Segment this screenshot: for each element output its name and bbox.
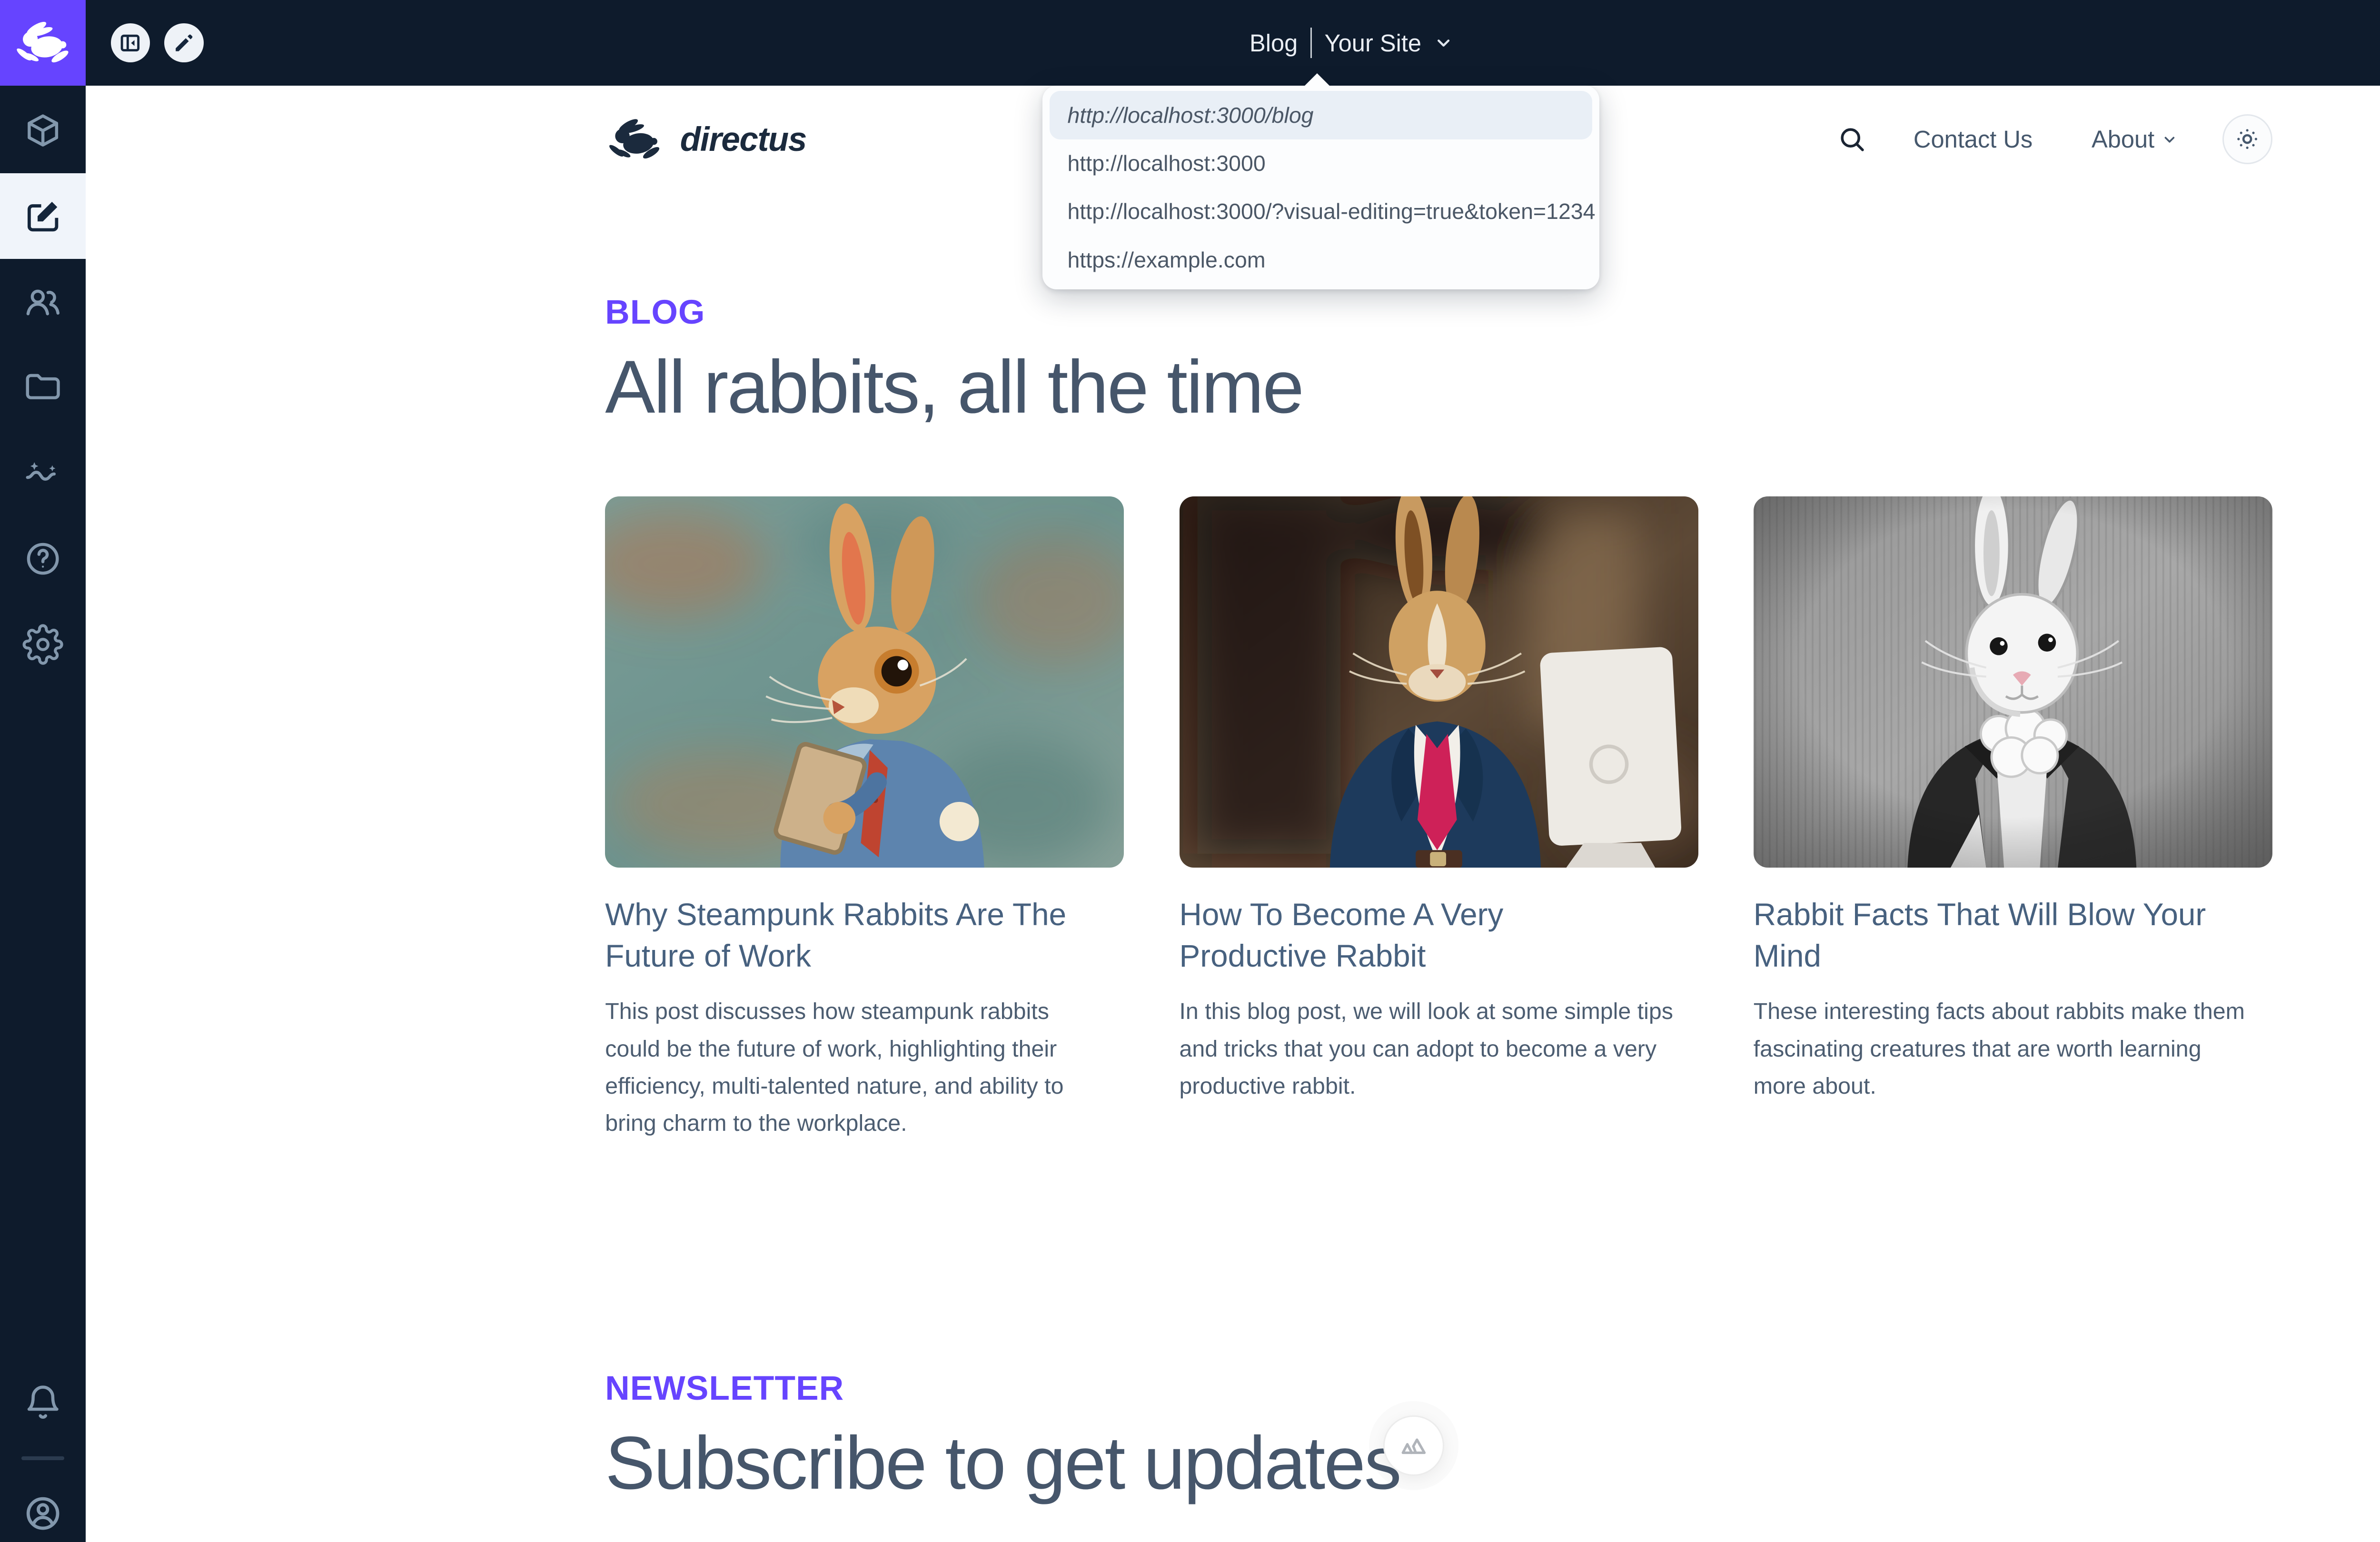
module-settings[interactable] xyxy=(0,602,86,687)
post-image-productive-rabbit xyxy=(1180,496,1698,868)
pencil-icon xyxy=(172,31,196,55)
blog-section: BLOG All rabbits, all the time xyxy=(605,293,2272,1142)
url-option[interactable]: https://example.com xyxy=(1050,236,1592,284)
module-files[interactable] xyxy=(0,345,86,430)
module-content[interactable] xyxy=(0,88,86,173)
title-separator xyxy=(1310,28,1312,58)
post-title[interactable]: Why Steampunk Rabbits Are The Future of … xyxy=(605,894,1082,977)
post-image-steampunk-rabbit xyxy=(605,496,1124,868)
gear-icon xyxy=(22,624,63,665)
nuxt-mountains-icon xyxy=(1398,1431,1429,1461)
page-label: Blog xyxy=(1250,29,1298,57)
page-site-selector[interactable]: Blog Your Site xyxy=(1250,0,1454,86)
blog-heading: All rabbits, all the time xyxy=(605,344,2272,430)
post-image-victorian-rabbit xyxy=(1754,496,2272,868)
module-bar-bottom xyxy=(0,1360,86,1542)
module-insights[interactable] xyxy=(0,430,86,516)
nav-link-about[interactable]: About xyxy=(2092,125,2178,153)
sun-icon xyxy=(2234,126,2261,152)
url-dropdown-menu: http://localhost:3000/blog http://localh… xyxy=(1042,86,1599,289)
post-description: These interesting facts about rabbits ma… xyxy=(1754,993,2257,1105)
account-button[interactable] xyxy=(0,1471,86,1542)
edit-pencil-square-icon xyxy=(22,196,63,237)
newsletter-eyebrow: NEWSLETTER xyxy=(605,1369,2272,1408)
panel-collapse-icon xyxy=(119,31,142,55)
bell-icon xyxy=(23,1383,63,1423)
notifications-button[interactable] xyxy=(0,1360,86,1446)
module-visual-editor[interactable] xyxy=(0,173,86,259)
site-nav: Contact Us About xyxy=(1837,114,2272,164)
site-preview-frame: directus Contact Us About xyxy=(86,86,2380,1542)
post-cards: Why Steampunk Rabbits Are The Future of … xyxy=(605,496,2272,1142)
search-icon[interactable] xyxy=(1837,124,1867,155)
post-title[interactable]: Rabbit Facts That Will Blow Your Mind xyxy=(1754,894,2231,977)
module-bar xyxy=(0,0,86,1542)
topbar: Blog Your Site 1860 × 1020 100% xyxy=(86,0,2380,86)
post-card[interactable]: Rabbit Facts That Will Blow Your Mind Th… xyxy=(1754,496,2272,1142)
dropdown-caret xyxy=(1305,73,1329,86)
chevron-down-icon xyxy=(2162,131,2178,148)
post-title[interactable]: How To Become A Very Productive Rabbit xyxy=(1180,894,1657,977)
post-description: This post discusses how steampunk rabbit… xyxy=(605,993,1108,1142)
site-brand-wordmark: directus xyxy=(680,120,806,159)
app-window: Blog Your Site 1860 × 1020 100% xyxy=(0,0,2380,1542)
content-box-icon xyxy=(22,110,63,151)
site-label: Your Site xyxy=(1325,29,1422,57)
module-nav xyxy=(0,88,86,687)
users-icon xyxy=(22,281,63,322)
directus-logo-button[interactable] xyxy=(0,0,86,86)
topbar-left-actions xyxy=(111,0,204,86)
theme-toggle-button[interactable] xyxy=(2222,114,2272,164)
directus-rabbit-icon xyxy=(605,117,664,162)
collapse-sidebar-button[interactable] xyxy=(111,23,150,63)
folder-icon xyxy=(22,367,63,408)
sidebar-divider xyxy=(21,1456,64,1460)
site-logo[interactable]: directus xyxy=(605,117,806,162)
url-option[interactable]: http://localhost:3000 xyxy=(1050,139,1592,188)
nav-link-contact[interactable]: Contact Us xyxy=(1914,125,2033,153)
edit-mode-button[interactable] xyxy=(164,23,204,63)
post-card[interactable]: How To Become A Very Productive Rabbit I… xyxy=(1180,496,1698,1142)
module-help[interactable] xyxy=(0,516,86,602)
insights-sparkline-icon xyxy=(22,453,63,494)
url-option[interactable]: http://localhost:3000/?visual-editing=tr… xyxy=(1050,188,1592,236)
help-question-icon xyxy=(22,538,63,579)
blog-eyebrow: BLOG xyxy=(605,293,2272,332)
post-card[interactable]: Why Steampunk Rabbits Are The Future of … xyxy=(605,496,1124,1142)
directus-rabbit-icon xyxy=(12,20,73,66)
post-description: In this blog post, we will look at some … xyxy=(1180,993,1683,1105)
account-circle-icon xyxy=(22,1493,63,1534)
url-option[interactable]: http://localhost:3000/blog xyxy=(1050,91,1592,139)
module-users[interactable] xyxy=(0,259,86,345)
chevron-down-icon xyxy=(1434,33,1453,52)
nuxt-devtools-badge[interactable] xyxy=(1383,1415,1444,1476)
